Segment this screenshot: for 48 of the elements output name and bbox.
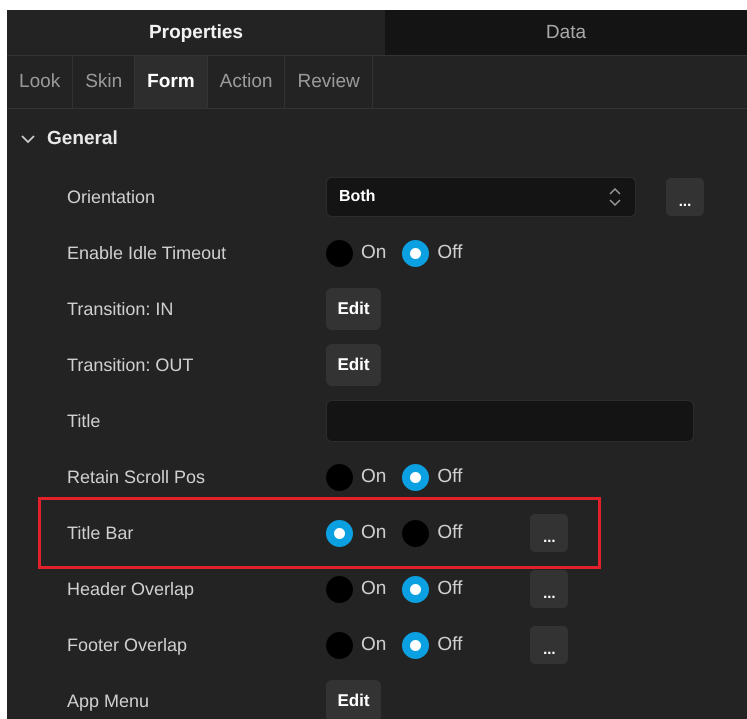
- property-label: Title: [66, 410, 102, 432]
- edit-button[interactable]: Edit: [326, 288, 381, 330]
- property-label: App Menu: [66, 690, 150, 712]
- radio-button[interactable]: [402, 520, 430, 546]
- property-label: Enable Idle Timeout: [66, 242, 228, 264]
- section-title[interactable]: General: [47, 128, 118, 150]
- radio-button[interactable]: [326, 464, 353, 490]
- radio-button[interactable]: [402, 632, 430, 658]
- radio-button[interactable]: [402, 576, 430, 602]
- radio-button[interactable]: [326, 632, 353, 658]
- property-label: Retain Scroll Pos: [66, 466, 206, 488]
- select-value: Both: [339, 188, 376, 206]
- property-label: Orientation: [66, 186, 156, 208]
- radio-label: Off: [437, 242, 462, 264]
- radio-label: On: [361, 578, 386, 600]
- more-button[interactable]: ...: [530, 570, 568, 608]
- radio-button[interactable]: [326, 240, 353, 266]
- property-label: Title Bar: [66, 522, 134, 544]
- more-button[interactable]: ...: [530, 626, 568, 664]
- radio-button[interactable]: [402, 464, 430, 490]
- radio-label: On: [361, 522, 386, 544]
- radio-label: On: [361, 466, 386, 488]
- radio-button[interactable]: [326, 576, 353, 602]
- edit-button[interactable]: Edit: [326, 680, 381, 719]
- property-label: Transition: IN: [66, 298, 174, 320]
- sub-tab[interactable]: Review: [285, 56, 373, 108]
- sub-tab[interactable]: Form: [135, 56, 208, 108]
- orientation-select[interactable]: Both: [326, 177, 636, 217]
- edit-button[interactable]: Edit: [326, 344, 381, 386]
- sub-tab[interactable]: Action: [208, 56, 286, 108]
- up-down-chevron-icon: [609, 188, 621, 206]
- sub-tab[interactable]: Look: [7, 56, 74, 108]
- chevron-down-icon: [21, 134, 35, 144]
- more-button[interactable]: ...: [530, 514, 568, 552]
- radio-label: On: [361, 634, 386, 656]
- radio-button[interactable]: [326, 520, 353, 546]
- property-label: Footer Overlap: [66, 634, 188, 656]
- radio-label: Off: [437, 578, 462, 600]
- radio-label: Off: [437, 466, 462, 488]
- radio-label: On: [361, 242, 386, 264]
- property-label: Header Overlap: [66, 578, 196, 600]
- radio-label: Off: [437, 522, 462, 544]
- radio-label: Off: [437, 634, 462, 656]
- more-button[interactable]: ...: [666, 178, 704, 216]
- panel-tab[interactable]: Data: [385, 10, 747, 55]
- radio-button[interactable]: [402, 240, 430, 266]
- property-label: Transition: OUT: [66, 354, 194, 376]
- title-input-field[interactable]: [326, 400, 694, 442]
